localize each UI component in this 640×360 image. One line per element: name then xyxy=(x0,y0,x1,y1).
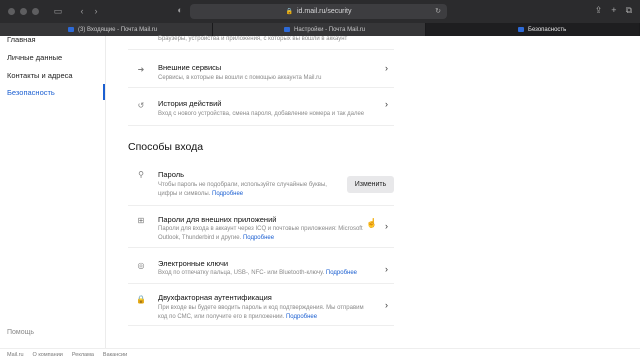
more-link[interactable]: Подробнее xyxy=(326,270,357,276)
back-icon[interactable]: ‹ xyxy=(75,7,89,16)
row-description-line2: код по СМС, или получите его в приложени… xyxy=(158,314,318,320)
list-item-two-factor[interactable]: 🔒 Двухфакторная аутентификация При входе… xyxy=(128,284,394,326)
fingerprint-icon: ◎ xyxy=(137,260,145,270)
share-icon[interactable]: ⇪ xyxy=(595,5,603,16)
new-tab-icon[interactable]: + xyxy=(611,5,616,16)
list-item-history[interactable]: ↺ История действий Вход с нового устройс… xyxy=(128,88,394,126)
main-content: Браузеры, устройства и приложения, с кот… xyxy=(128,36,394,348)
row-description-line2: Outlook, Thunderbird и другие. Подробнее xyxy=(158,235,275,241)
arrow-right-icon: ➜ xyxy=(137,64,145,74)
list-item-app-passwords[interactable]: ⊞ Пароли для внешних приложений Пароли д… xyxy=(128,206,394,248)
chevron-right-icon: › xyxy=(385,99,388,109)
row-description-line1: Пароли для входа в аккаунт через ICQ и п… xyxy=(158,226,363,232)
more-link[interactable]: Подробнее xyxy=(212,191,243,197)
row-description-line1: При входе вы будете вводить пароль и код… xyxy=(158,305,364,311)
row-description: Сервисы, в которые вы вошли с помощью ак… xyxy=(158,75,322,81)
change-password-button[interactable]: Изменить xyxy=(347,176,394,193)
row-title: Электронные ключи xyxy=(158,259,229,268)
sidebar-item-home[interactable]: Главная xyxy=(7,35,36,44)
more-link[interactable]: Подробнее xyxy=(243,235,274,241)
grid-icon: ⊞ xyxy=(137,215,145,225)
help-link[interactable]: Помощь xyxy=(7,329,34,336)
shield-icon[interactable]: ◐ xyxy=(173,6,187,15)
toolbar-right: ⇪ + ⧉ xyxy=(595,5,632,16)
row-title: Внешние сервисы xyxy=(158,63,222,72)
lock-icon: 🔒 xyxy=(136,294,146,304)
reload-icon[interactable]: ↻ xyxy=(435,7,441,15)
zoom-window-button[interactable] xyxy=(32,8,39,15)
footer-link-about[interactable]: О компании xyxy=(33,352,63,358)
chevron-right-icon: › xyxy=(385,264,388,274)
footer: Mail.ru О компании Реклама Вакансии xyxy=(0,348,640,360)
forward-icon[interactable]: › xyxy=(89,7,103,16)
sidebar: Главная Личные данные Контакты и адреса … xyxy=(0,35,106,348)
list-item-security-keys[interactable]: ◎ Электронные ключи Вход по отпечатку па… xyxy=(128,248,394,284)
tab-security[interactable]: Безопасность xyxy=(426,23,640,36)
row-title: Двухфакторная аутентификация xyxy=(158,293,272,302)
row-description-line2: цифры и символы. Подробнее xyxy=(158,191,244,197)
history-icon: ↺ xyxy=(137,100,145,110)
chevron-right-icon: › xyxy=(385,300,388,310)
row-title: Пароли для внешних приложений xyxy=(158,215,277,224)
more-link[interactable]: Подробнее xyxy=(286,314,317,320)
active-nav-indicator xyxy=(103,84,105,100)
row-title: История действий xyxy=(158,99,222,108)
row-description: Вход с нового устройства, смена пароля, … xyxy=(158,111,365,117)
section-title: Способы входа xyxy=(128,141,204,153)
key-icon: ⚲ xyxy=(138,169,144,179)
chevron-right-icon: › xyxy=(385,63,388,73)
lock-icon: 🔒 xyxy=(285,9,293,15)
chevron-right-icon: › xyxy=(385,221,388,231)
browser-toolbar: ▭ ‹ › ◐ 🔒 id.mail.ru/security ↻ ⇪ + ⧉ xyxy=(0,0,640,23)
footer-link-mailru[interactable]: Mail.ru xyxy=(7,352,24,358)
close-window-button[interactable] xyxy=(8,8,15,15)
footer-link-jobs[interactable]: Вакансии xyxy=(103,352,127,358)
row-description-line1: Чтобы пароль не подобрали, используйте с… xyxy=(158,182,327,188)
sidebar-toggle-icon[interactable]: ▭ xyxy=(51,7,65,16)
tab-label: Безопасность xyxy=(528,26,567,33)
row-description: Вход по отпечатку пальца, USB-, NFC- или… xyxy=(158,270,358,276)
sidebar-item-security[interactable]: Безопасность xyxy=(7,88,55,97)
sidebar-item-contacts[interactable]: Контакты и адреса xyxy=(7,71,73,80)
sidebar-item-personal[interactable]: Личные данные xyxy=(7,53,62,62)
mail-favicon-icon xyxy=(68,27,74,32)
row-description: Браузеры, устройства и приложения, с кот… xyxy=(158,36,348,42)
page: Главная Личные данные Контакты и адреса … xyxy=(0,35,640,360)
row-title: Пароль xyxy=(158,170,185,179)
list-item-devices[interactable]: Браузеры, устройства и приложения, с кот… xyxy=(128,30,394,50)
list-item-external-services[interactable]: ➜ Внешние сервисы Сервисы, в которые вы … xyxy=(128,50,394,88)
address-text: id.mail.ru/security xyxy=(297,8,352,15)
mouse-cursor-icon: ☝ xyxy=(366,218,378,228)
address-bar[interactable]: 🔒 id.mail.ru/security ↻ xyxy=(190,4,447,19)
window-controls xyxy=(8,8,39,15)
footer-link-ads[interactable]: Реклама xyxy=(72,352,94,358)
minimize-window-button[interactable] xyxy=(20,8,27,15)
tab-overview-icon[interactable]: ⧉ xyxy=(626,5,632,16)
mail-favicon-icon xyxy=(518,27,524,32)
